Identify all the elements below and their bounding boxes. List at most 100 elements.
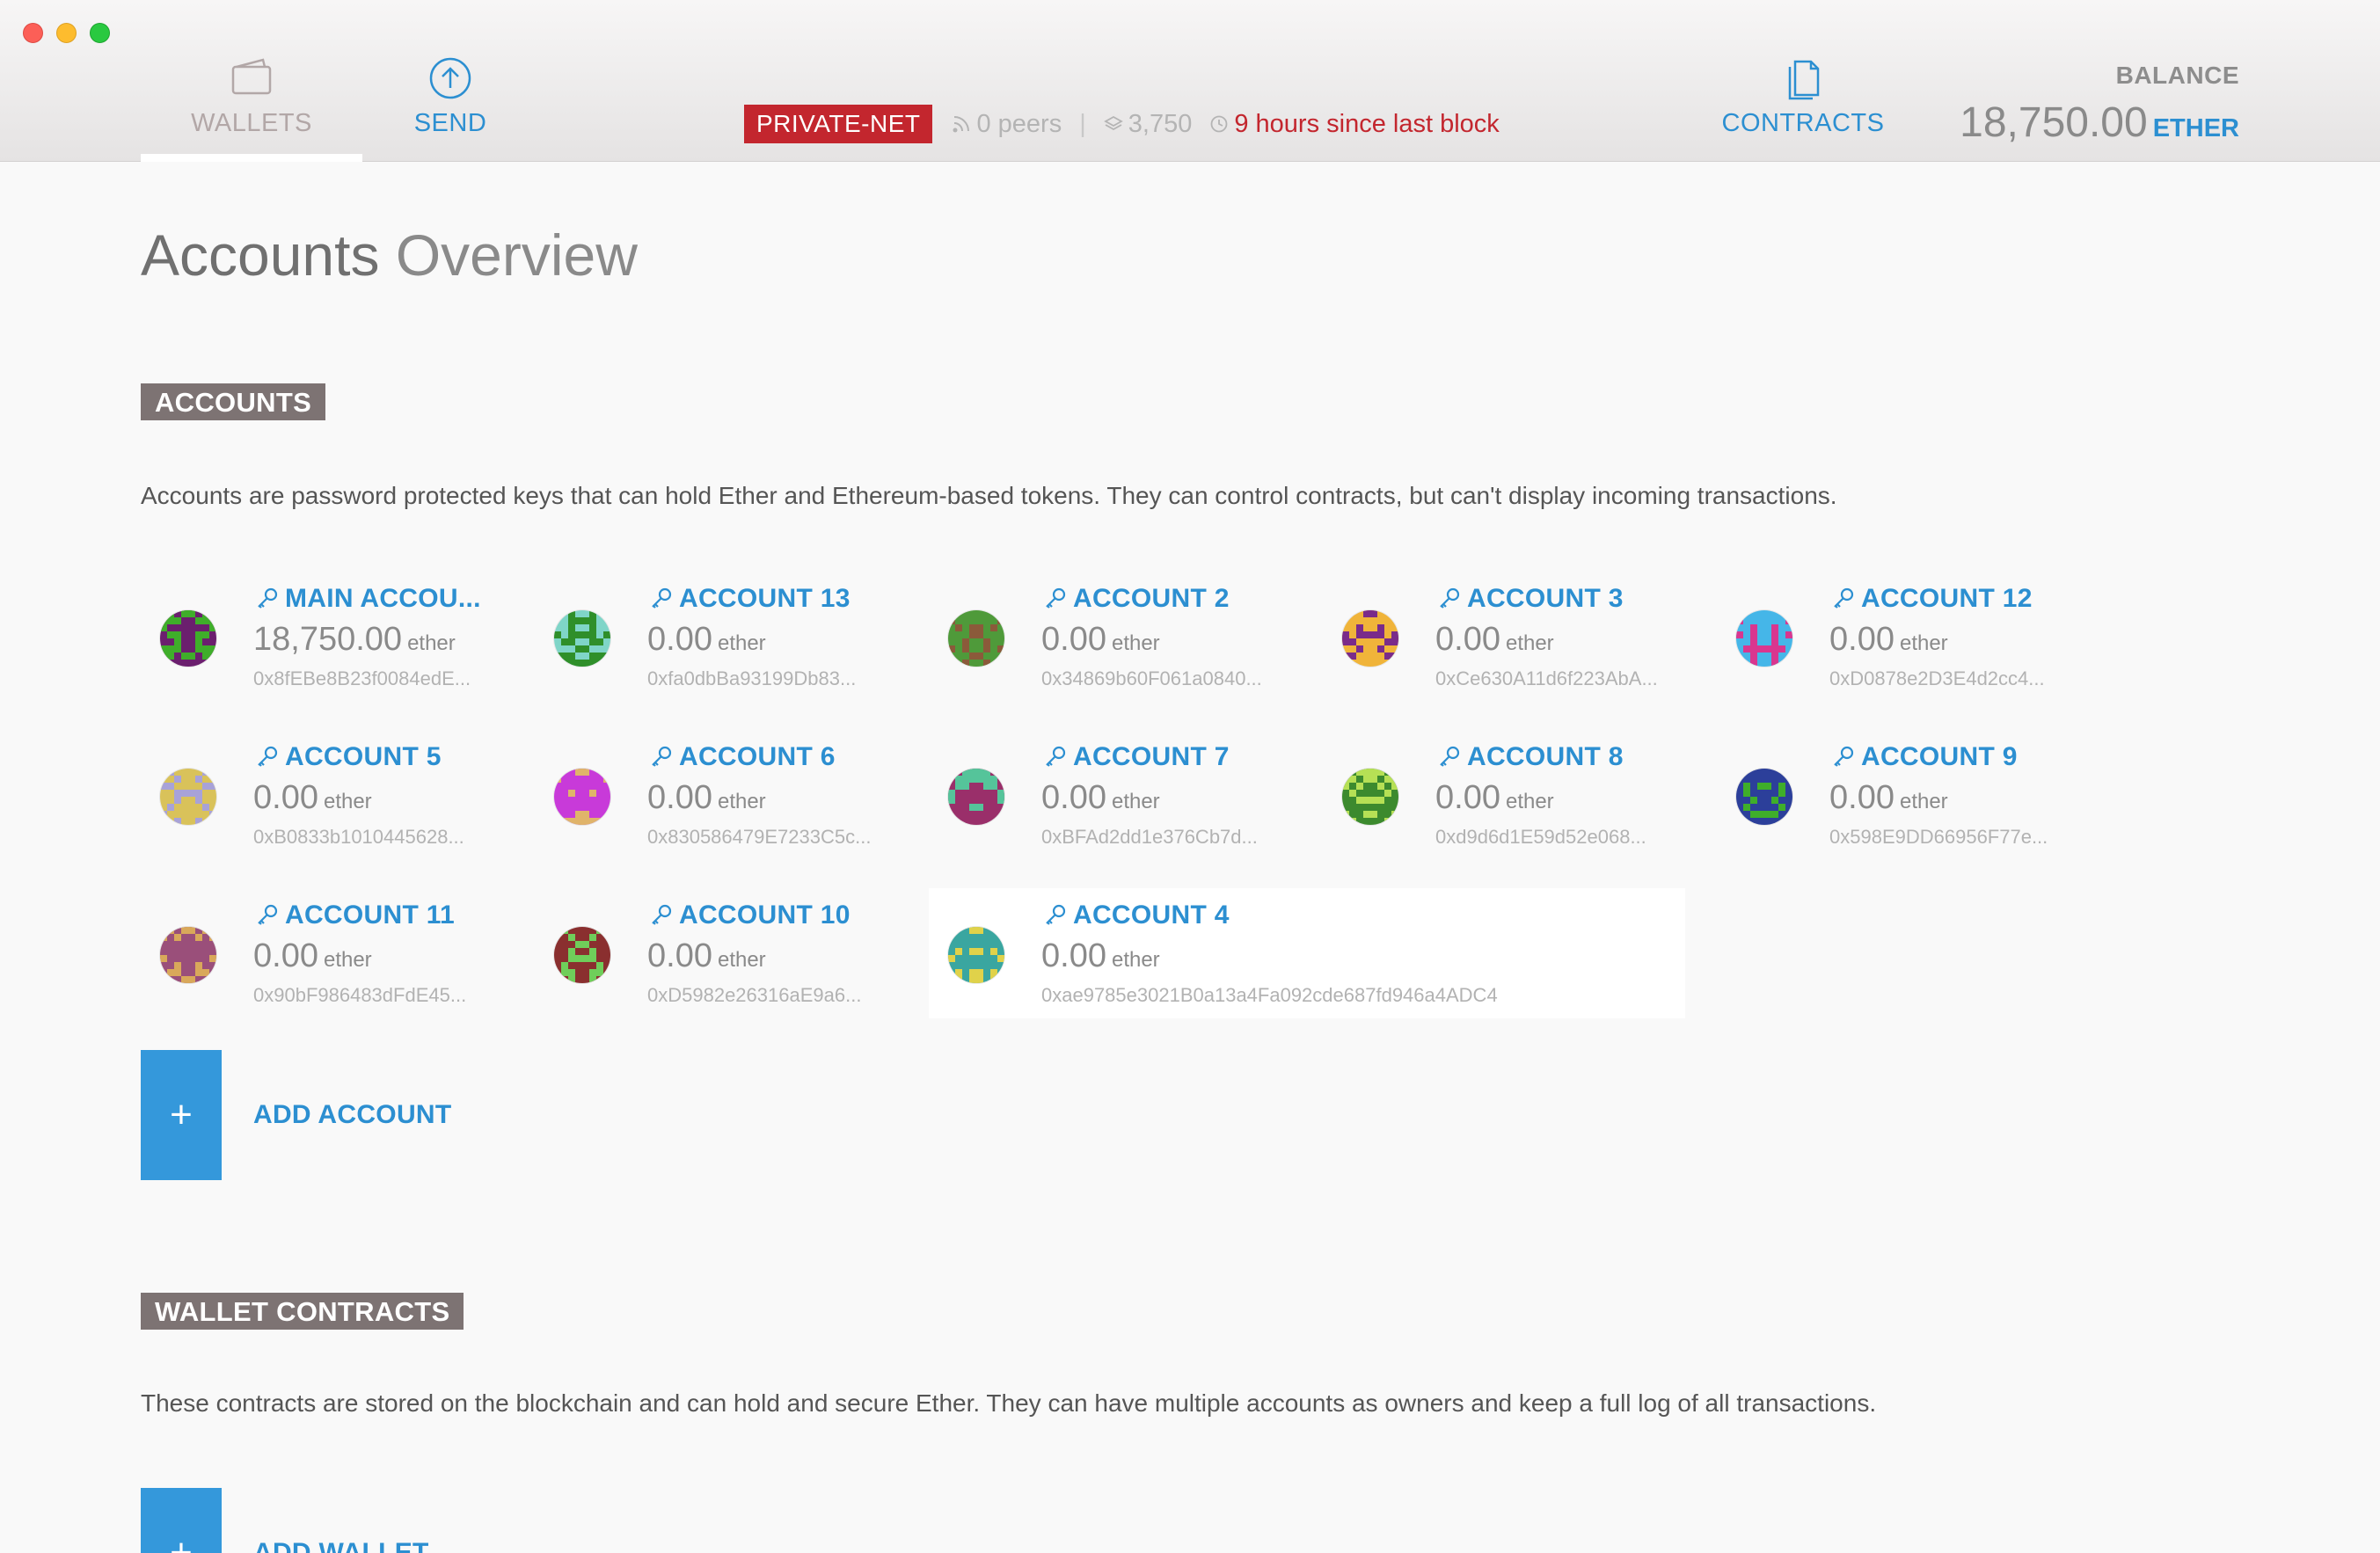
account-name-text: ACCOUNT 5 bbox=[285, 742, 442, 771]
account-name[interactable]: MAIN ACCOU... bbox=[253, 584, 481, 614]
account-name[interactable]: ACCOUNT 13 bbox=[647, 584, 856, 614]
account-name-text: ACCOUNT 3 bbox=[1467, 584, 1624, 613]
accounts-section-description: Accounts are password protected keys tha… bbox=[141, 482, 1837, 509]
account-identicon bbox=[948, 769, 1004, 825]
account-balance-unit: ether bbox=[717, 631, 766, 655]
account-balance-unit: ether bbox=[1111, 631, 1160, 655]
account-name-text: ACCOUNT 11 bbox=[285, 900, 456, 930]
nav-wallets[interactable]: WALLETS bbox=[141, 55, 362, 138]
nav-send-label: SEND bbox=[413, 109, 487, 137]
add-account-button[interactable]: + bbox=[141, 1050, 222, 1180]
account-tile[interactable]: ACCOUNT 13 0.00 ether 0xfa0dbBa93199Db83... bbox=[535, 572, 929, 702]
account-tile[interactable]: ACCOUNT 5 0.00 ether 0xB0833b1010445628... bbox=[141, 730, 535, 860]
signal-icon bbox=[953, 116, 970, 133]
key-icon bbox=[1440, 587, 1460, 609]
account-tile[interactable]: ACCOUNT 11 0.00 ether 0x90bF986483dFdE45... bbox=[141, 888, 535, 1018]
page-title: Accounts Overview bbox=[141, 222, 638, 288]
account-tile[interactable]: ACCOUNT 8 0.00 ether 0xd9d6d1E59d52e068... bbox=[1323, 730, 1717, 860]
account-identicon bbox=[160, 610, 216, 667]
zoom-window-button[interactable] bbox=[90, 23, 110, 43]
block-number: 3,750 bbox=[1128, 109, 1193, 138]
account-name[interactable]: ACCOUNT 5 bbox=[253, 742, 464, 772]
account-name-text: ACCOUNT 10 bbox=[679, 900, 851, 930]
balance-value: 18,750.00 bbox=[1960, 99, 2148, 146]
status-divider: | bbox=[1079, 109, 1086, 138]
window-controls bbox=[23, 23, 110, 43]
account-tile[interactable]: ACCOUNT 3 0.00 ether 0xCe630A11d6f223AbA... bbox=[1323, 572, 1717, 702]
account-name[interactable]: ACCOUNT 8 bbox=[1435, 742, 1646, 772]
account-address: 0xCe630A11d6f223AbA... bbox=[1435, 667, 1658, 689]
account-info: ACCOUNT 12 0.00 ether 0xD0878e2D3E4d2cc4... bbox=[1829, 584, 2045, 690]
clock-icon bbox=[1210, 115, 1228, 133]
account-balance: 0.00 ether bbox=[253, 779, 464, 817]
account-name-text: ACCOUNT 4 bbox=[1073, 900, 1230, 930]
account-tile[interactable]: ACCOUNT 10 0.00 ether 0xD5982e26316aE9a6... bbox=[535, 888, 929, 1018]
account-name[interactable]: ACCOUNT 4 bbox=[1041, 900, 1498, 930]
account-tile[interactable]: ACCOUNT 6 0.00 ether 0x830586479E7233C5c... bbox=[535, 730, 929, 860]
account-balance-value: 0.00 bbox=[1041, 779, 1106, 816]
account-info: ACCOUNT 4 0.00 ether 0xae9785e3021B0a13a4Fa… bbox=[1041, 900, 1498, 1007]
account-name[interactable]: ACCOUNT 6 bbox=[647, 742, 871, 772]
account-balance-unit: ether bbox=[1111, 948, 1160, 972]
account-balance-unit: ether bbox=[1505, 631, 1554, 655]
account-name-text: ACCOUNT 9 bbox=[1861, 742, 2018, 771]
nav-contracts[interactable]: CONTRACTS bbox=[1706, 55, 1900, 138]
nav-send[interactable]: SEND bbox=[380, 55, 521, 138]
account-info: ACCOUNT 13 0.00 ether 0xfa0dbBa93199Db83... bbox=[647, 584, 856, 690]
account-balance: 0.00 ether bbox=[647, 779, 871, 817]
last-block-status: 9 hours since last block bbox=[1209, 110, 1500, 139]
account-identicon bbox=[1342, 769, 1398, 825]
key-icon bbox=[1046, 587, 1066, 609]
account-address: 0x8fEBe8B23f0084edE... bbox=[253, 667, 471, 689]
account-balance-unit: ether bbox=[717, 948, 766, 972]
layers-icon bbox=[1103, 115, 1123, 131]
account-balance: 0.00 ether bbox=[1041, 621, 1262, 659]
account-name[interactable]: ACCOUNT 12 bbox=[1829, 584, 2045, 614]
account-balance: 0.00 ether bbox=[1435, 621, 1658, 659]
nav-wallets-label: WALLETS bbox=[191, 109, 312, 137]
account-info: ACCOUNT 8 0.00 ether 0xd9d6d1E59d52e068... bbox=[1435, 742, 1646, 849]
account-balance-unit: ether bbox=[717, 790, 766, 813]
account-address: 0x830586479E7233C5c... bbox=[647, 826, 872, 848]
account-name[interactable]: ACCOUNT 3 bbox=[1435, 584, 1658, 614]
account-balance: 0.00 ether bbox=[1829, 779, 2048, 817]
account-identicon bbox=[554, 927, 610, 983]
close-window-button[interactable] bbox=[23, 23, 43, 43]
add-account-label[interactable]: ADD ACCOUNT bbox=[253, 1100, 452, 1130]
account-name[interactable]: ACCOUNT 9 bbox=[1829, 742, 2048, 772]
account-name-text: ACCOUNT 8 bbox=[1467, 742, 1624, 771]
account-balance: 0.00 ether bbox=[647, 621, 856, 659]
key-icon bbox=[652, 587, 672, 609]
account-tile[interactable]: ACCOUNT 4 0.00 ether 0xae9785e3021B0a13a4Fa… bbox=[929, 888, 1685, 1018]
account-balance-unit: ether bbox=[1111, 790, 1160, 813]
add-account-row[interactable]: + ADD ACCOUNT bbox=[141, 1050, 452, 1180]
wallets-section-tag: WALLET CONTRACTS bbox=[141, 1293, 464, 1330]
add-wallet-label[interactable]: ADD WALLET bbox=[253, 1538, 429, 1553]
account-info: MAIN ACCOU... 18,750.00 ether 0x8fEBe8B23f0… bbox=[253, 584, 481, 690]
account-balance-value: 0.00 bbox=[1829, 779, 1895, 816]
account-tile[interactable]: ACCOUNT 7 0.00 ether 0xBFAd2dd1e376Cb7d... bbox=[929, 730, 1323, 860]
minimize-window-button[interactable] bbox=[56, 23, 77, 43]
account-balance-value: 18,750.00 bbox=[253, 621, 403, 658]
account-name[interactable]: ACCOUNT 7 bbox=[1041, 742, 1258, 772]
account-identicon bbox=[948, 610, 1004, 667]
account-tile[interactable]: MAIN ACCOU... 18,750.00 ether 0x8fEBe8B23f0… bbox=[141, 572, 535, 702]
account-info: ACCOUNT 7 0.00 ether 0xBFAd2dd1e376Cb7d... bbox=[1041, 742, 1258, 849]
key-icon bbox=[258, 587, 278, 609]
account-name[interactable]: ACCOUNT 11 bbox=[253, 900, 466, 930]
key-icon bbox=[1046, 746, 1066, 767]
account-name[interactable]: ACCOUNT 10 bbox=[647, 900, 861, 930]
account-balance: 18,750.00 ether bbox=[253, 621, 481, 659]
account-identicon bbox=[1342, 610, 1398, 667]
account-tile[interactable]: ACCOUNT 2 0.00 ether 0x34869b60F061a0840... bbox=[929, 572, 1323, 702]
account-tile[interactable]: ACCOUNT 12 0.00 ether 0xD0878e2D3E4d2cc4... bbox=[1717, 572, 2111, 702]
account-tile[interactable]: ACCOUNT 9 0.00 ether 0x598E9DD66956F77e... bbox=[1717, 730, 2111, 860]
add-wallet-button[interactable]: + bbox=[141, 1488, 222, 1553]
account-identicon bbox=[1736, 769, 1792, 825]
account-name-text: ACCOUNT 2 bbox=[1073, 584, 1230, 613]
account-name-text: ACCOUNT 6 bbox=[679, 742, 836, 771]
account-info: ACCOUNT 2 0.00 ether 0x34869b60F061a0840... bbox=[1041, 584, 1262, 690]
add-wallet-row[interactable]: + ADD WALLET bbox=[141, 1488, 429, 1553]
account-balance-value: 0.00 bbox=[647, 779, 712, 816]
account-name[interactable]: ACCOUNT 2 bbox=[1041, 584, 1262, 614]
